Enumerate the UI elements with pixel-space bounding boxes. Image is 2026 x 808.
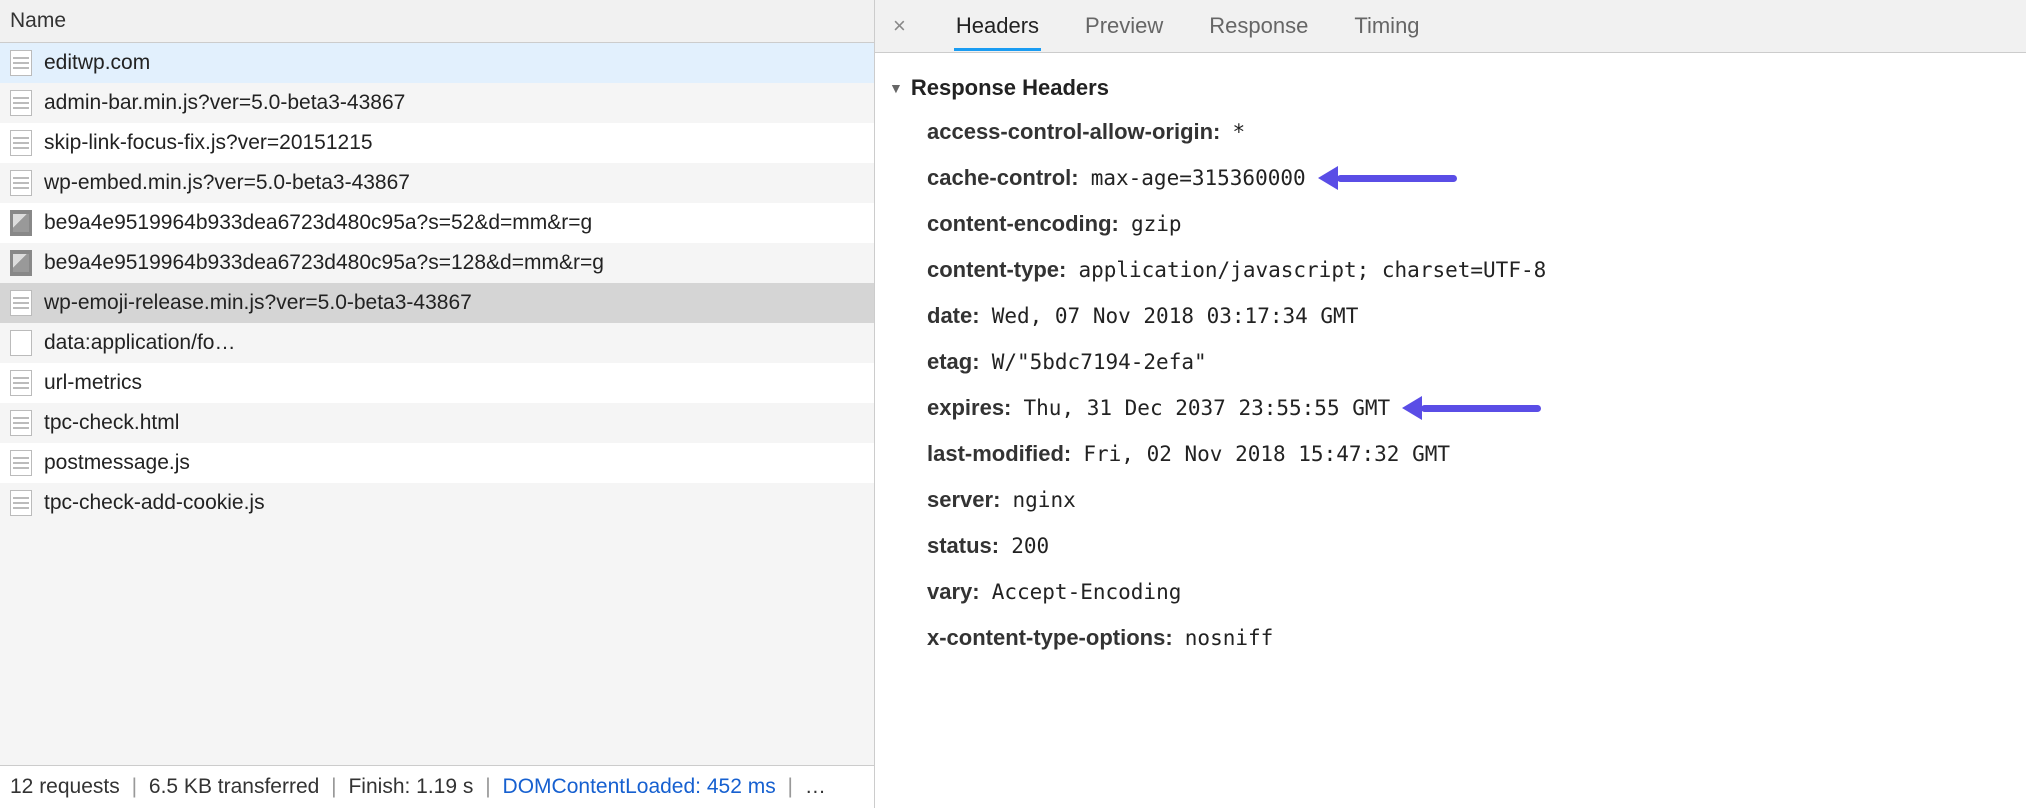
tab-headers[interactable]: Headers <box>954 1 1041 51</box>
response-header-row: etag: W/"5bdc7194-2efa" <box>927 349 2012 375</box>
request-row[interactable]: tpc-check.html <box>0 403 874 443</box>
section-title-text: Response Headers <box>911 75 1109 101</box>
response-header-row: content-encoding: gzip <box>927 211 2012 237</box>
details-tabbar: × Headers Preview Response Timing <box>875 0 2026 53</box>
header-name: content-encoding: <box>927 211 1119 236</box>
header-value: Accept-Encoding <box>992 580 1182 604</box>
image-icon <box>10 210 32 236</box>
request-row[interactable]: be9a4e9519964b933dea6723d480c95a?s=128&d… <box>0 243 874 283</box>
disclosure-triangle-icon[interactable]: ▼ <box>889 80 903 96</box>
header-value: 200 <box>1011 534 1049 558</box>
response-header-row: last-modified: Fri, 02 Nov 2018 15:47:32… <box>927 441 2012 467</box>
column-header-name[interactable]: Name <box>0 0 874 43</box>
header-name: expires: <box>927 395 1011 420</box>
headers-panel: ▼ Response Headers access-control-allow-… <box>875 53 2026 808</box>
request-name: tpc-check.html <box>44 411 179 435</box>
document-icon <box>10 450 32 476</box>
request-row[interactable]: admin-bar.min.js?ver=5.0-beta3-43867 <box>0 83 874 123</box>
header-name: cache-control: <box>927 165 1079 190</box>
request-rows: editwp.com admin-bar.min.js?ver=5.0-beta3… <box>0 43 874 765</box>
header-name: date: <box>927 303 980 328</box>
request-name: admin-bar.min.js?ver=5.0-beta3-43867 <box>44 91 405 115</box>
request-name: editwp.com <box>44 51 150 75</box>
request-row[interactable]: tpc-check-add-cookie.js <box>0 483 874 523</box>
document-icon <box>10 130 32 156</box>
network-request-list: Name editwp.com admin-bar.min.js?ver=5.0-… <box>0 0 875 808</box>
status-sep: | <box>331 775 336 798</box>
image-icon <box>10 250 32 276</box>
close-icon[interactable]: × <box>887 13 912 39</box>
request-row[interactable]: url-metrics <box>0 363 874 403</box>
header-value: gzip <box>1131 212 1182 236</box>
header-value: Fri, 02 Nov 2018 15:47:32 GMT <box>1083 442 1450 466</box>
request-row[interactable]: postmessage.js <box>0 443 874 483</box>
header-name: last-modified: <box>927 441 1071 466</box>
header-name: access-control-allow-origin: <box>927 119 1220 144</box>
request-row[interactable]: be9a4e9519964b933dea6723d480c95a?s=52&d=… <box>0 203 874 243</box>
request-name: skip-link-focus-fix.js?ver=20151215 <box>44 131 373 155</box>
status-finish: Finish: 1.19 s <box>348 775 473 798</box>
header-value: nginx <box>1013 488 1076 512</box>
status-transferred: 6.5 KB transferred <box>149 775 319 798</box>
request-name: postmessage.js <box>44 451 190 475</box>
request-row[interactable]: skip-link-focus-fix.js?ver=20151215 <box>0 123 874 163</box>
request-name: url-metrics <box>44 371 142 395</box>
response-header-row: date: Wed, 07 Nov 2018 03:17:34 GMT <box>927 303 2012 329</box>
tab-timing[interactable]: Timing <box>1352 1 1421 51</box>
header-name: etag: <box>927 349 980 374</box>
response-header-row: access-control-allow-origin: * <box>927 119 2012 145</box>
header-name: status: <box>927 533 999 558</box>
response-header-row: vary: Accept-Encoding <box>927 579 2012 605</box>
header-value: * <box>1233 120 1246 144</box>
document-icon <box>10 90 32 116</box>
response-header-row: x-content-type-options: nosniff <box>927 625 2012 651</box>
document-icon <box>10 490 32 516</box>
document-icon <box>10 410 32 436</box>
status-sep: | <box>132 775 137 798</box>
document-icon <box>10 290 32 316</box>
response-header-row: expires: Thu, 31 Dec 2037 23:55:55 GMT <box>927 395 2012 421</box>
response-header-row: content-type: application/javascript; ch… <box>927 257 2012 283</box>
document-icon <box>10 370 32 396</box>
status-sep: | <box>788 775 793 798</box>
response-headers-section[interactable]: ▼ Response Headers <box>889 75 2012 101</box>
request-name: tpc-check-add-cookie.js <box>44 491 265 515</box>
status-domcontentloaded: DOMContentLoaded: 452 ms <box>503 775 776 798</box>
header-value: Wed, 07 Nov 2018 03:17:34 GMT <box>992 304 1359 328</box>
request-row[interactable]: data:application/fo… <box>0 323 874 363</box>
header-value: application/javascript; charset=UTF-8 <box>1078 258 1546 282</box>
response-header-row: server: nginx <box>927 487 2012 513</box>
request-details-panel: × Headers Preview Response Timing ▼ Respons… <box>875 0 2026 808</box>
response-header-row: cache-control: max-age=315360000 <box>927 165 2012 191</box>
status-sep: | <box>485 775 490 798</box>
response-header-row: status: 200 <box>927 533 2012 559</box>
status-bar: 12 requests | 6.5 KB transferred | Finis… <box>0 765 874 808</box>
document-icon <box>10 50 32 76</box>
request-name: data:application/fo… <box>44 331 235 355</box>
request-row[interactable]: editwp.com <box>0 43 874 83</box>
header-name: server: <box>927 487 1000 512</box>
request-name: wp-embed.min.js?ver=5.0-beta3-43867 <box>44 171 410 195</box>
document-icon <box>10 170 32 196</box>
file-icon <box>10 330 32 356</box>
tab-response[interactable]: Response <box>1207 1 1310 51</box>
status-requests: 12 requests <box>10 775 120 798</box>
header-value: max-age=315360000 <box>1091 166 1306 190</box>
status-more: … <box>805 775 826 798</box>
header-value: nosniff <box>1185 626 1274 650</box>
tab-preview[interactable]: Preview <box>1083 1 1165 51</box>
header-name: content-type: <box>927 257 1066 282</box>
header-value: Thu, 31 Dec 2037 23:55:55 GMT <box>1024 396 1391 420</box>
header-name: x-content-type-options: <box>927 625 1173 650</box>
devtools-panel: Name editwp.com admin-bar.min.js?ver=5.0-… <box>0 0 2026 808</box>
request-name: wp-emoji-release.min.js?ver=5.0-beta3-43… <box>44 291 472 315</box>
request-row[interactable]: wp-embed.min.js?ver=5.0-beta3-43867 <box>0 163 874 203</box>
header-name: vary: <box>927 579 980 604</box>
request-name: be9a4e9519964b933dea6723d480c95a?s=52&d=… <box>44 211 592 235</box>
request-row[interactable]: wp-emoji-release.min.js?ver=5.0-beta3-43… <box>0 283 874 323</box>
header-value: W/"5bdc7194-2efa" <box>992 350 1207 374</box>
request-name: be9a4e9519964b933dea6723d480c95a?s=128&d… <box>44 251 604 275</box>
empty-space <box>0 523 874 765</box>
